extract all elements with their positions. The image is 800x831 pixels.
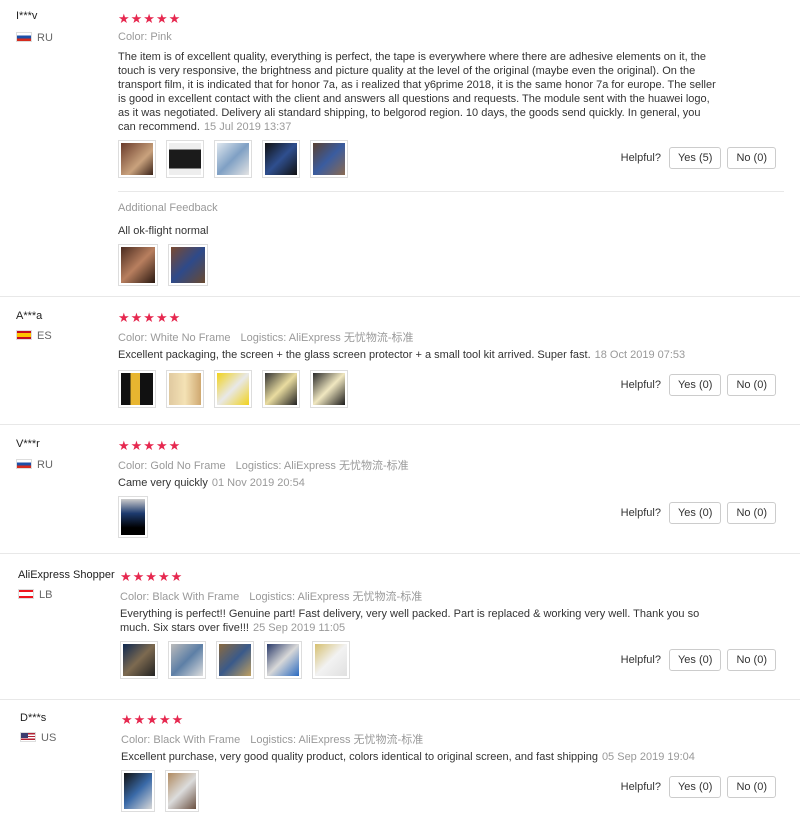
flag-icon xyxy=(16,32,32,42)
helpful-yes-button[interactable]: Yes (0) xyxy=(668,374,722,396)
rating-stars: ★★★★★ xyxy=(120,569,184,584)
review-meta: Color: Black With Frame Logistics: AliExp… xyxy=(121,734,424,746)
review-item: D***s US ★★★★★ Color: Black With Frame Lo… xyxy=(0,712,800,827)
reviewer-name: A***a xyxy=(16,310,43,322)
review-separator xyxy=(0,424,800,425)
review-text: Excellent packaging, the screen + the gl… xyxy=(118,349,686,361)
review-separator xyxy=(0,296,800,297)
review-photo[interactable] xyxy=(262,370,300,408)
rating-stars: ★★★★★ xyxy=(118,438,182,453)
helpful-yes-button[interactable]: Yes (0) xyxy=(668,776,722,798)
review-item: I***v RU ★★★★★ Color: Pink The item is o… xyxy=(0,10,800,290)
review-date: 15 Jul 2019 13:37 xyxy=(203,121,292,133)
helpful-controls: Helpful? Yes (0) No (0) xyxy=(621,502,776,524)
review-meta: Color: Black With Frame Logistics: AliExp… xyxy=(120,591,423,603)
review-item: V***r RU ★★★★★ Color: Gold No Frame Logis… xyxy=(0,438,800,548)
review-photo[interactable] xyxy=(264,641,302,679)
review-photos xyxy=(118,370,348,408)
review-meta: Color: Gold No Frame Logistics: AliExpres… xyxy=(118,460,409,472)
additional-feedback-title: Additional Feedback xyxy=(118,202,218,214)
review-photo[interactable] xyxy=(120,641,158,679)
review-text: The item is of excellent quality, everyt… xyxy=(118,51,716,133)
reviewer-name: I***v xyxy=(16,10,38,22)
reviewer-country: US xyxy=(20,732,56,744)
review-item: AliExpress Shopper LB ★★★★★ Color: Black… xyxy=(0,569,800,689)
helpful-controls: Helpful? Yes (0) No (0) xyxy=(621,776,776,798)
review-photo[interactable] xyxy=(166,140,204,178)
reviewer-name: D***s xyxy=(20,712,47,724)
helpful-no-button[interactable]: No (0) xyxy=(727,147,776,169)
review-photo[interactable] xyxy=(214,370,252,408)
review-photo[interactable] xyxy=(166,370,204,408)
review-photo[interactable] xyxy=(216,641,254,679)
review-photos xyxy=(121,770,199,812)
review-photo[interactable] xyxy=(121,770,155,812)
rating-stars: ★★★★★ xyxy=(118,11,182,26)
reviewer-country: LB xyxy=(18,589,52,601)
rating-stars: ★★★★★ xyxy=(118,310,182,325)
reviewer-name: AliExpress Shopper xyxy=(18,569,115,581)
review-date: 18 Oct 2019 07:53 xyxy=(594,349,686,361)
review-photo[interactable] xyxy=(168,641,206,679)
review-separator xyxy=(0,699,800,700)
flag-icon xyxy=(20,732,36,742)
helpful-no-button[interactable]: No (0) xyxy=(727,374,776,396)
review-photos xyxy=(120,641,350,679)
reviewer-name: V***r xyxy=(16,438,40,450)
helpful-yes-button[interactable]: Yes (0) xyxy=(668,649,722,671)
review-photo[interactable] xyxy=(118,496,148,538)
helpful-yes-button[interactable]: Yes (5) xyxy=(668,147,722,169)
review-item: A***a ES ★★★★★ Color: White No Frame Logi… xyxy=(0,310,800,420)
helpful-label: Helpful? xyxy=(620,654,661,666)
review-photo[interactable] xyxy=(118,244,158,286)
reviewer-country: RU xyxy=(16,32,53,44)
review-photo[interactable] xyxy=(214,140,252,178)
review-meta: Color: White No Frame Logistics: AliExpre… xyxy=(118,332,414,344)
helpful-label: Helpful? xyxy=(620,507,661,519)
review-date: 25 Sep 2019 11:05 xyxy=(252,622,346,634)
divider xyxy=(118,191,784,192)
review-photo[interactable] xyxy=(118,140,156,178)
review-photos xyxy=(118,496,148,538)
helpful-controls: Helpful? Yes (0) No (0) xyxy=(621,649,776,671)
review-photo[interactable] xyxy=(262,140,300,178)
helpful-controls: Helpful? Yes (5) No (0) xyxy=(621,147,776,169)
additional-photos xyxy=(118,244,208,286)
flag-icon xyxy=(16,459,32,469)
review-photo[interactable] xyxy=(168,244,208,286)
helpful-no-button[interactable]: No (0) xyxy=(727,649,776,671)
flag-icon xyxy=(16,330,32,340)
review-photo[interactable] xyxy=(118,370,156,408)
helpful-no-button[interactable]: No (0) xyxy=(727,776,776,798)
review-photo[interactable] xyxy=(310,140,348,178)
flag-icon xyxy=(18,589,34,599)
helpful-controls: Helpful? Yes (0) No (0) xyxy=(621,374,776,396)
review-date: 01 Nov 2019 20:54 xyxy=(211,477,305,489)
rating-stars: ★★★★★ xyxy=(121,712,185,727)
additional-feedback-text: All ok-flight normal xyxy=(118,225,209,237)
review-photo[interactable] xyxy=(310,370,348,408)
review-text: Everything is perfect!! Genuine part! Fa… xyxy=(120,608,700,634)
reviewer-country: ES xyxy=(16,330,52,342)
helpful-no-button[interactable]: No (0) xyxy=(727,502,776,524)
review-text: Came very quickly 01 Nov 2019 20:54 xyxy=(118,477,305,489)
review-photos xyxy=(118,140,348,178)
review-separator xyxy=(0,553,800,554)
review-meta: Color: Pink xyxy=(118,31,172,43)
review-photo[interactable] xyxy=(312,641,350,679)
helpful-yes-button[interactable]: Yes (0) xyxy=(668,502,722,524)
review-text: Excellent purchase, very good quality pr… xyxy=(121,751,695,763)
review-photo[interactable] xyxy=(165,770,199,812)
helpful-label: Helpful? xyxy=(620,781,661,793)
review-date: 05 Sep 2019 19:04 xyxy=(601,751,695,763)
helpful-label: Helpful? xyxy=(620,379,661,391)
reviewer-country: RU xyxy=(16,459,53,471)
helpful-label: Helpful? xyxy=(620,152,661,164)
